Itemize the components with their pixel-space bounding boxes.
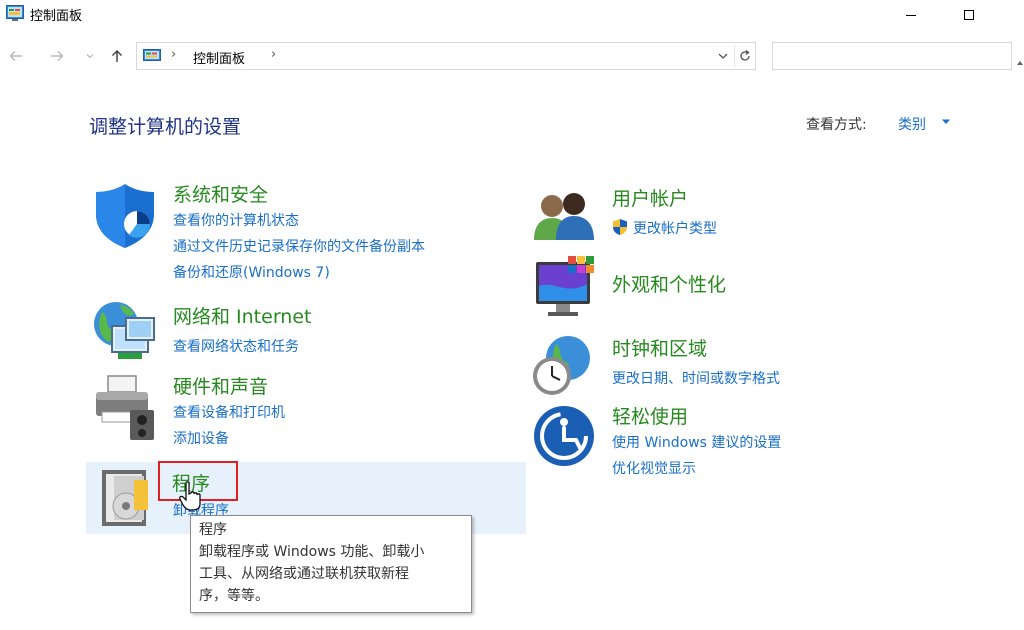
address-bar[interactable]: › 控制面板 › [136, 42, 756, 70]
category-user-accounts[interactable]: 用户帐户 [612, 184, 688, 211]
link-add-device[interactable]: 添加设备 [173, 428, 229, 448]
up-arrow-icon [111, 49, 123, 62]
forward-arrow-icon [51, 51, 64, 61]
tooltip-title: 程序 [199, 522, 227, 538]
monitor-personalization-icon [536, 256, 594, 316]
control-panel-icon [143, 49, 161, 61]
view-by-dropdown[interactable]: 类别 [898, 114, 926, 134]
link-backup-restore[interactable]: 备份和还原(Windows 7) [173, 262, 330, 282]
category-ease-of-access[interactable]: 轻松使用 [612, 402, 688, 429]
link-optimize-visual-display[interactable]: 优化视觉显示 [612, 458, 696, 478]
minimize-button[interactable] [888, 0, 934, 30]
link-view-computer-status[interactable]: 查看你的计算机状态 [173, 210, 299, 230]
chevron-down-icon [86, 54, 94, 59]
programs-icon [102, 470, 148, 526]
title-bar: 控制面板 [0, 0, 1024, 30]
link-devices-printers[interactable]: 查看设备和打印机 [173, 402, 285, 422]
chevron-down-icon [718, 53, 728, 59]
link-change-date-time-format[interactable]: 更改日期、时间或数字格式 [612, 368, 780, 388]
network-globe-icon [94, 302, 155, 359]
category-network-internet[interactable]: 网络和 Internet [173, 302, 311, 329]
back-button[interactable] [5, 45, 27, 67]
shield-icon [96, 184, 154, 248]
tooltip-line: 卸载程序或 Windows 功能、卸载小 [199, 544, 425, 560]
refresh-button[interactable] [734, 45, 755, 67]
caret-down-icon[interactable] [941, 119, 951, 125]
link-windows-recommended-settings[interactable]: 使用 Windows 建议的设置 [612, 432, 781, 452]
uac-shield-icon [613, 219, 627, 235]
breadcrumb-separator[interactable]: › [271, 47, 276, 62]
up-button[interactable] [106, 45, 128, 67]
category-clock-region[interactable]: 时钟和区域 [612, 334, 707, 361]
tooltip-line: 序，等等。 [199, 588, 269, 604]
scroll-up-icon[interactable] [1016, 58, 1024, 68]
refresh-icon [740, 50, 750, 61]
user-accounts-icon [534, 193, 594, 240]
category-appearance-personalization[interactable]: 外观和个性化 [612, 270, 726, 297]
category-system-security[interactable]: 系统和安全 [173, 180, 268, 207]
programs-tooltip: 程序 卸载程序或 Windows 功能、卸载小 工具、从网络或通过联机获取新程 … [190, 515, 472, 613]
maximize-icon [964, 10, 974, 20]
page-title: 调整计算机的设置 [89, 116, 242, 138]
printer-icon [96, 375, 154, 440]
window-title: 控制面板 [30, 9, 83, 24]
control-panel-icon [6, 5, 24, 21]
minimize-icon [906, 15, 916, 16]
maximize-button[interactable] [946, 0, 992, 30]
tooltip-line: 工具、从网络或通过联机获取新程 [199, 566, 409, 582]
clock-globe-icon [533, 336, 590, 395]
breadcrumb-control-panel[interactable]: 控制面板 [193, 48, 245, 67]
link-network-status-tasks[interactable]: 查看网络状态和任务 [173, 336, 299, 356]
recent-locations-button[interactable] [82, 45, 98, 67]
hand-pointer-icon [179, 481, 201, 511]
search-input[interactable] [779, 44, 983, 70]
link-change-account-type[interactable]: 更改帐户类型 [633, 218, 717, 238]
category-hardware-sound[interactable]: 硬件和声音 [173, 372, 268, 399]
forward-button[interactable] [46, 45, 68, 67]
breadcrumb-separator[interactable]: › [171, 47, 176, 62]
search-box[interactable] [772, 42, 1012, 70]
view-by-label: 查看方式: [806, 117, 867, 133]
link-file-history-backup[interactable]: 通过文件历史记录保存你的文件备份副本 [173, 236, 425, 256]
ease-of-access-icon [534, 406, 594, 466]
back-arrow-icon [9, 51, 22, 61]
address-history-button[interactable] [713, 45, 733, 67]
